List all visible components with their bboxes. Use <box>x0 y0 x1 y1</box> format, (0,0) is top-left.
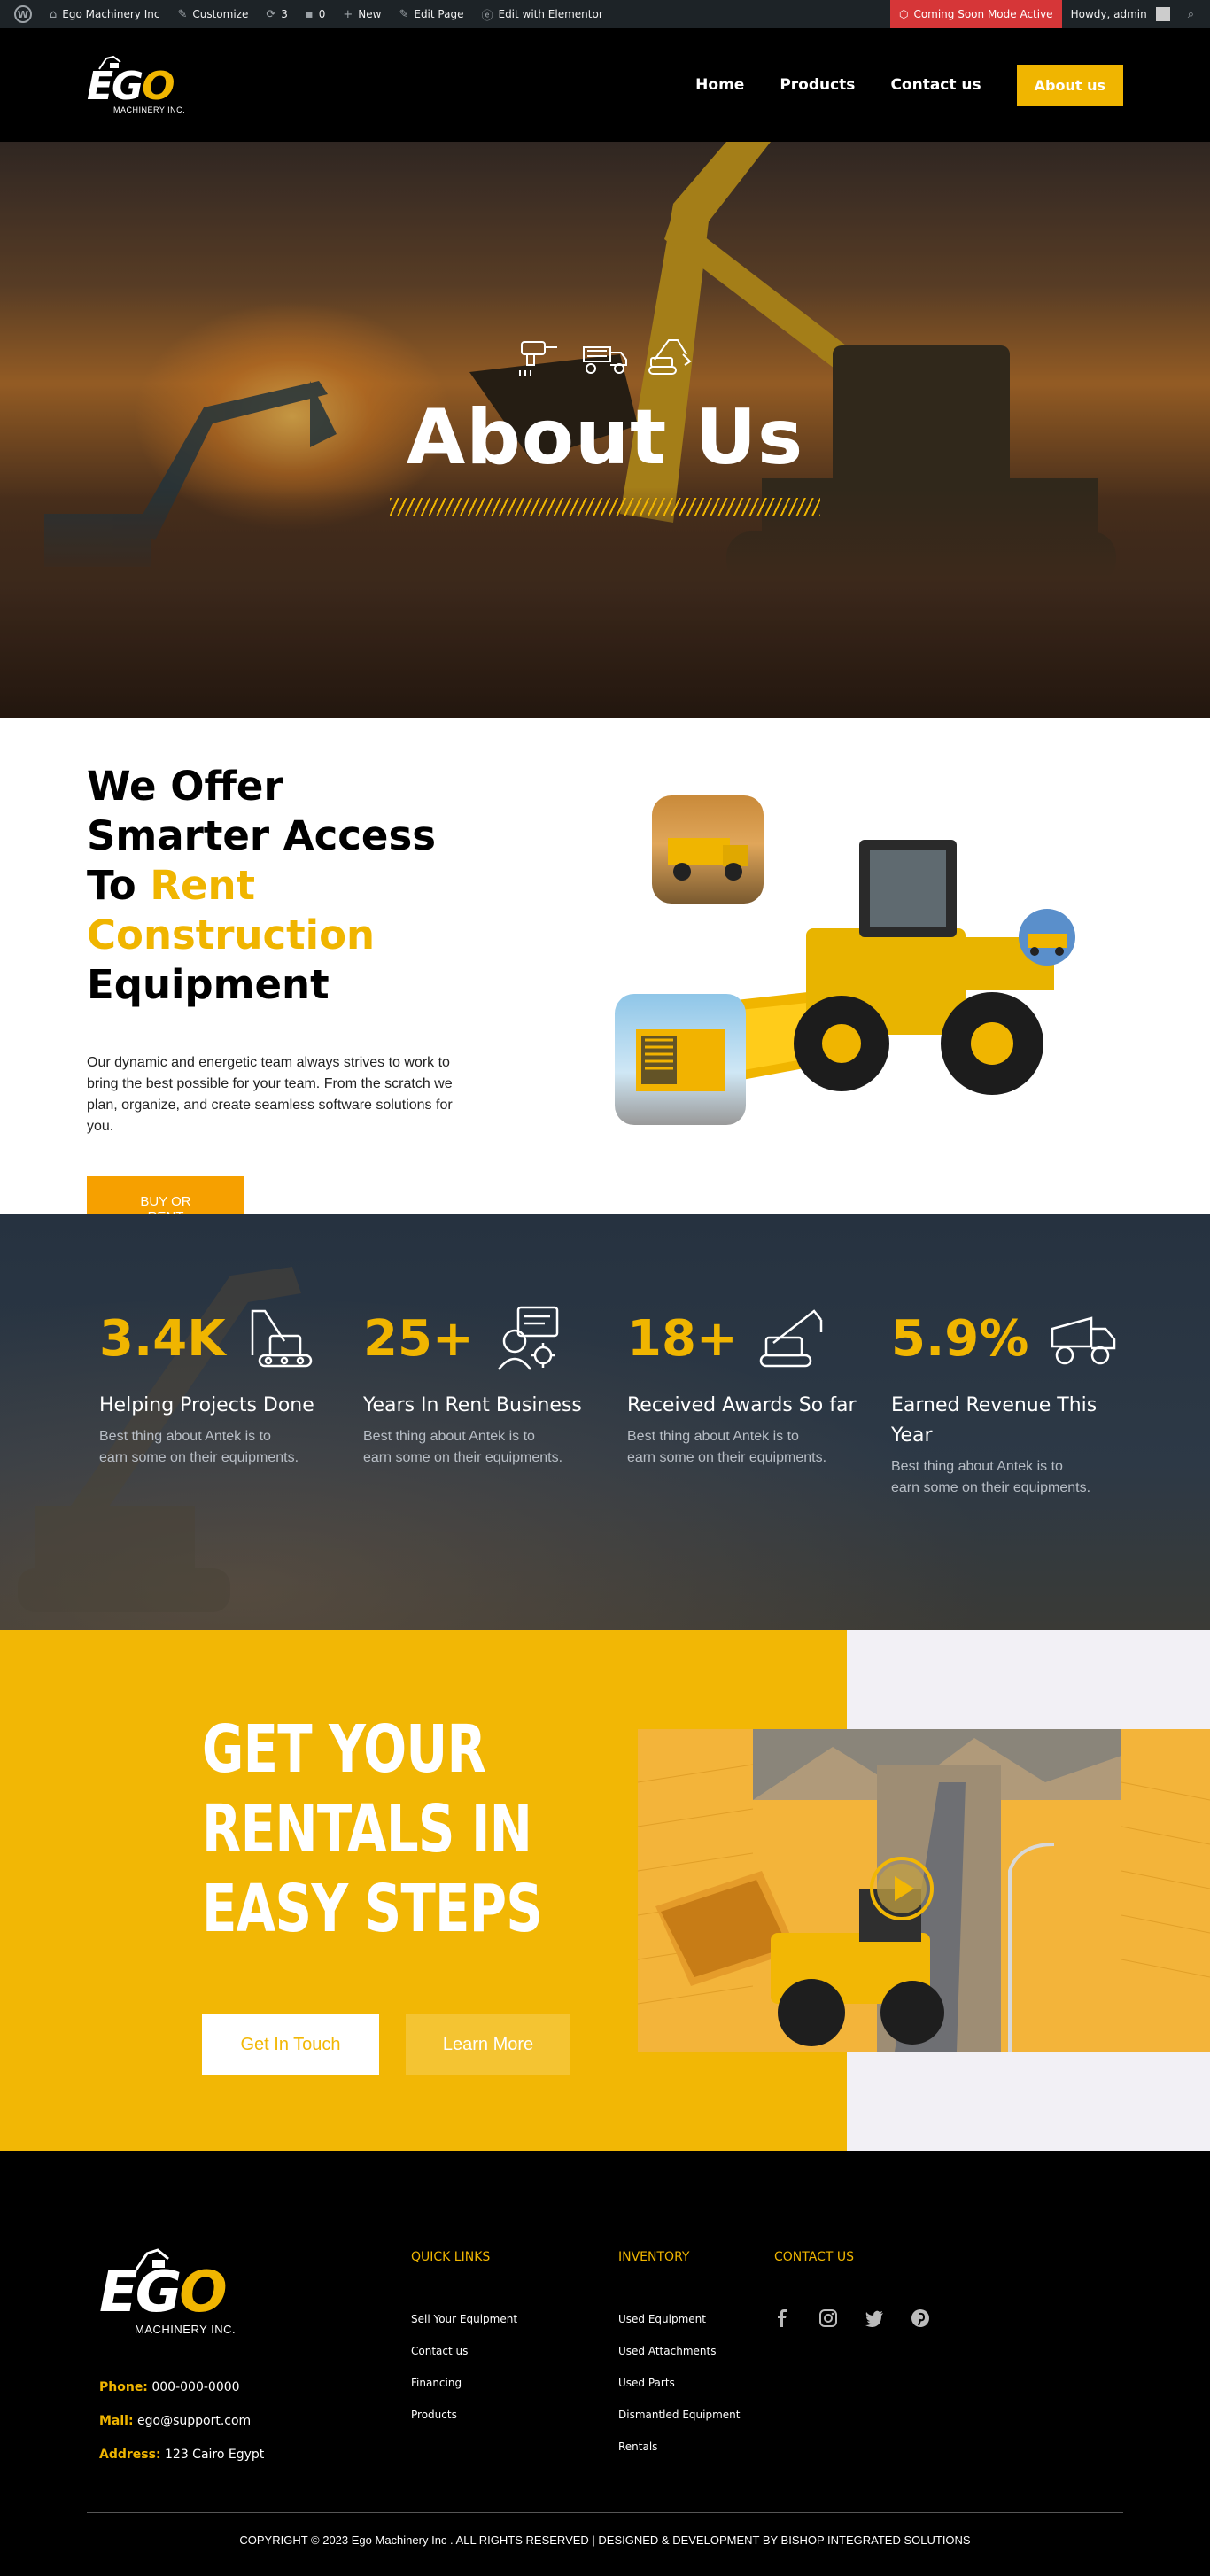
refresh-icon: ⟳ <box>266 7 276 21</box>
offer-section: We Offer Smarter Access To Rent Construc… <box>0 718 1210 1242</box>
footer-link[interactable]: Rentals <box>618 2431 740 2463</box>
offer-equipment-image <box>611 795 1090 1141</box>
site-logo[interactable]: EGO MACHINERY INC. <box>87 53 213 117</box>
site-header: EGO MACHINERY INC. Home Products Contact… <box>0 28 1210 142</box>
brush-icon: ✎ <box>177 7 188 21</box>
home-icon: ⌂ <box>50 7 58 21</box>
footer-link[interactable]: Contact us <box>411 2335 517 2367</box>
stat-description: Best thing about Antek is to earn some o… <box>891 1459 1091 1495</box>
nav-products[interactable]: Products <box>780 76 855 94</box>
stat-awards: 18+ Received Awards So far Best thing ab… <box>627 1302 857 1469</box>
facebook-icon[interactable] <box>772 2308 792 2328</box>
footer-link[interactable]: Used Attachments <box>618 2335 740 2367</box>
footer-link[interactable]: Used Parts <box>618 2367 740 2399</box>
plus-icon: + <box>343 7 353 21</box>
hero-icon-row <box>0 335 1210 377</box>
admin-new[interactable]: + New <box>334 0 390 28</box>
hero-decorative-stripes <box>390 498 820 516</box>
stats-section: 3.4K Helping Projects Done Best thing ab… <box>0 1214 1210 1630</box>
nav-home[interactable]: Home <box>695 76 744 94</box>
avatar <box>1155 7 1170 21</box>
stat-revenue: 5.9% Earned Revenue This Year Best thing… <box>891 1302 1121 1499</box>
coming-soon-badge[interactable]: ⬡ Coming Soon Mode Active <box>889 0 1062 28</box>
offer-heading: We Offer Smarter Access To Rent Construc… <box>87 763 437 1008</box>
footer-contact-column: CONTACT US <box>774 2250 854 2264</box>
footer-mail: Mail: ego@support.com <box>99 2414 252 2428</box>
footer-link[interactable]: Used Equipment <box>618 2303 740 2335</box>
nav-contact[interactable]: Contact us <box>890 76 981 94</box>
lock-icon: ⬡ <box>898 8 909 20</box>
footer-link[interactable]: Products <box>411 2399 517 2431</box>
footer-quick-links: QUICK LINKS Sell Your Equipment Contact … <box>411 2250 517 2431</box>
admin-search[interactable]: ⌕ <box>1179 0 1203 28</box>
admin-site-name[interactable]: ⌂ Ego Machinery Inc <box>41 0 168 28</box>
pencil-icon: ✎ <box>399 7 409 21</box>
footer-address: Address: 123 Cairo Egypt <box>99 2448 265 2462</box>
footer-inventory: INVENTORY Used Equipment Used Attachment… <box>618 2250 740 2463</box>
excavator-icon <box>244 1302 316 1375</box>
stat-number: 25+ <box>363 1309 474 1368</box>
page-title: About Us <box>406 393 804 482</box>
footer-link[interactable]: Financing <box>411 2367 517 2399</box>
footer-link[interactable]: Sell Your Equipment <box>411 2303 517 2335</box>
worker-gear-icon <box>492 1302 564 1375</box>
search-icon: ⌕ <box>1187 7 1194 21</box>
stat-description: Best thing about Antek is to earn some o… <box>627 1429 827 1465</box>
rental-steps-section: GET YOUR RENTALS IN EASY STEPS Get In To… <box>0 1630 1210 2151</box>
stat-label: Years In Rent Business <box>363 1394 582 1416</box>
stat-description: Best thing about Antek is to earn some o… <box>363 1429 563 1465</box>
admin-account[interactable]: Howdy, admin <box>1062 0 1179 28</box>
stat-label: Helping Projects Done <box>99 1394 314 1416</box>
admin-customize[interactable]: ✎ Customize <box>168 0 257 28</box>
generator-thumbnail <box>615 994 746 1125</box>
wp-admin-bar: W ⌂ Ego Machinery Inc ✎ Customize ⟳ 3 ▪ … <box>0 0 1210 28</box>
offer-description: Our dynamic and energetic team always st… <box>87 1055 453 1134</box>
social-links <box>772 2308 930 2328</box>
hero-content: About Us <box>0 335 1210 516</box>
pinterest-icon[interactable] <box>911 2308 930 2328</box>
admin-elementor[interactable]: ⓔ Edit with Elementor <box>472 0 611 28</box>
footer-phone: Phone: 000-000-0000 <box>99 2380 240 2394</box>
footer-contact-info: Phone: 000-000-0000 Mail: ego@support.co… <box>99 2370 264 2471</box>
excavator-icon <box>646 335 695 377</box>
stat-number: 5.9% <box>891 1309 1029 1368</box>
stat-label: Received Awards So far <box>627 1394 857 1416</box>
admin-edit-page[interactable]: ✎ Edit Page <box>390 0 472 28</box>
logo-subtitle: MACHINERY INC. <box>113 105 186 114</box>
stat-label: Earned Revenue This Year <box>891 1394 1098 1447</box>
site-footer: EGO MACHINERY INC. Phone: 000-000-0000 M… <box>0 2151 1210 2576</box>
comment-icon: ▪ <box>305 7 314 21</box>
nav-about[interactable]: About us <box>1016 64 1123 106</box>
stat-number: 18+ <box>627 1309 738 1368</box>
copyright-text: COPYRIGHT © 2023 Ego Machinery Inc . ALL… <box>239 2533 971 2547</box>
stat-projects: 3.4K Helping Projects Done Best thing ab… <box>99 1302 330 1469</box>
admin-comments[interactable]: ▪ 0 <box>297 0 334 28</box>
learn-more-button[interactable]: Learn More <box>406 2014 570 2075</box>
wordpress-logo-icon[interactable]: W <box>5 0 41 28</box>
hero-banner: About Us <box>0 142 1210 718</box>
steps-heading: GET YOUR RENTALS IN EASY STEPS <box>202 1711 543 1947</box>
get-in-touch-button[interactable]: Get In Touch <box>202 2014 379 2075</box>
footer-logo[interactable]: EGO MACHINERY INC. <box>99 2248 276 2337</box>
footer-divider <box>87 2512 1123 2513</box>
stat-number: 3.4K <box>99 1309 226 1368</box>
dump-truck-icon <box>580 335 630 377</box>
footer-link[interactable]: Dismantled Equipment <box>618 2399 740 2431</box>
logo-word: EGO <box>87 64 175 109</box>
loader-collage-image <box>638 1729 1210 2052</box>
twitter-icon[interactable] <box>865 2308 884 2328</box>
stat-description: Best thing about Antek is to earn some o… <box>99 1429 299 1465</box>
elementor-icon: ⓔ <box>481 9 493 23</box>
instagram-icon[interactable] <box>818 2308 838 2328</box>
crane-icon <box>756 1302 828 1375</box>
stat-years: 25+ Years In Rent Business Best thing ab… <box>363 1302 593 1469</box>
drill-tools-icon <box>515 335 564 377</box>
admin-updates[interactable]: ⟳ 3 <box>257 0 297 28</box>
dump-truck-thumbnail <box>652 795 764 904</box>
main-nav: Home Products Contact us About us <box>695 64 1123 106</box>
dump-truck-icon <box>1047 1302 1120 1375</box>
